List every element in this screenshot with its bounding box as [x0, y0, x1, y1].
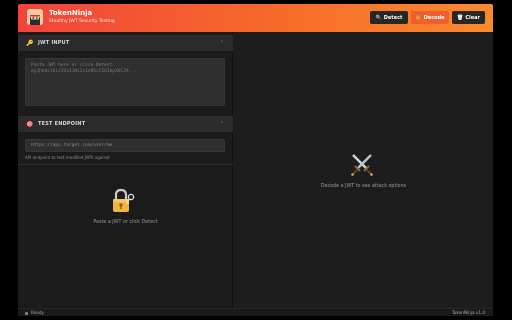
status-text: Ready: [31, 310, 44, 315]
endpoint-hint: API endpoint to test modified JWTs again…: [25, 155, 110, 160]
search-icon: 🔍: [375, 14, 382, 21]
jwt-input-field[interactable]: Paste JWT here or click Detect... eyJhbG…: [25, 58, 225, 106]
left-empty-state-text: Paste a JWT or click Detect: [93, 220, 158, 225]
key-icon: 🔑: [26, 39, 34, 47]
status-indicator-icon: [25, 311, 28, 315]
chevron-up-icon[interactable]: ⌃: [220, 121, 224, 127]
version-label: TokenNinja v1.0: [451, 310, 485, 315]
clear-button-label: Clear: [465, 14, 480, 21]
test-endpoint-section-header[interactable]: 🎯 TEST ENDPOINT ⌃: [18, 116, 233, 132]
status-bar: Ready TokenNinja v1.0: [18, 308, 493, 316]
ninja-logo-icon: [27, 9, 43, 25]
section-divider: [18, 164, 233, 165]
app-header: TokenNinja Stealthy JWT Security Testing…: [18, 4, 493, 32]
tokenninja-window: TokenNinja Stealthy JWT Security Testing…: [18, 4, 493, 316]
test-endpoint-section-title: TEST ENDPOINT: [38, 121, 86, 127]
app-subtitle: Stealthy JWT Security Testing: [49, 19, 115, 24]
decode-button[interactable]: 🔓 Decode: [411, 11, 449, 24]
decode-button-label: Decode: [423, 14, 445, 21]
trash-icon: 🗑: [457, 14, 464, 21]
left-panel: 🔑 JWT INPUT ⌃ Paste JWT here or click De…: [18, 32, 233, 308]
endpoint-url-input[interactable]: https://api.target.com/user/me: [25, 139, 225, 152]
lock-with-key-icon: [113, 188, 135, 212]
target-icon: 🎯: [26, 120, 34, 128]
detect-button[interactable]: 🔍 Detect: [370, 11, 408, 24]
jwt-input-section-title: JWT INPUT: [38, 40, 70, 46]
crossed-swords-icon: [351, 154, 373, 176]
clear-button[interactable]: 🗑 Clear: [452, 11, 485, 24]
right-panel: Decode a JWT to see attack options: [234, 32, 493, 308]
app-title: TokenNinja: [49, 9, 93, 17]
jwt-input-section-header[interactable]: 🔑 JWT INPUT ⌃: [18, 35, 233, 51]
chevron-up-icon[interactable]: ⌃: [220, 40, 224, 46]
unlock-icon: 🔓: [415, 14, 422, 21]
right-empty-state-text: Decode a JWT to see attack options: [320, 184, 407, 189]
detect-button-label: Detect: [383, 14, 403, 21]
